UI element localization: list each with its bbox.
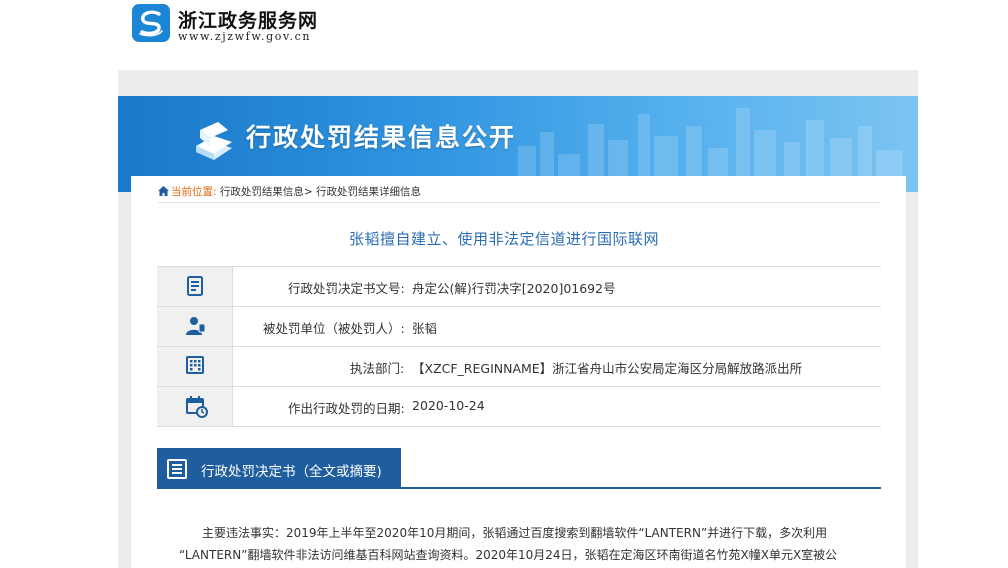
breadcrumb-divider [158,202,881,203]
info-row-penalty-date: 作出行政处罚的日期: 2020-10-24 [157,387,881,427]
home-icon [158,186,169,196]
book-icon [196,122,232,160]
decision-section-title: 行政处罚决定书（全文或摘要) [201,464,382,480]
banner-title: 行政处罚结果信息公开 [246,123,517,152]
penalized-party-label: 被处罚单位（被处罚人）: [263,321,405,336]
summary-line: “LANTERN”翻墙软件非法访问维基百科网站查询资料。2020年10月24日，… [179,548,838,562]
info-icon-cell [157,387,233,426]
site-header: 浙江政务服务网 www.zjzwfw.gov.cn [0,0,1008,68]
list-doc-icon [167,459,187,479]
building-icon [186,356,204,374]
info-row-enforcement-dept: 执法部门: 【XZCF_REGINNAME】浙江省舟山市公安局定海区分局解放路派… [157,347,881,387]
case-title: 张韬擅自建立、使用非法定信道进行国际联网 [348,230,659,248]
breadcrumb-link-results[interactable]: 行政处罚结果信息> [220,186,313,198]
zjzwfw-logo-icon[interactable] [132,4,170,42]
info-row-document-number: 行政处罚决定书文号: 舟定公(解)行罚决字[2020]01692号 [157,267,881,307]
info-icon-cell [157,347,233,386]
person-icon [186,317,206,335]
decision-section-tab: 行政处罚决定书（全文或摘要) [157,448,401,489]
breadcrumb-current-page: 行政处罚结果详细信息 [316,186,422,198]
document-number-value: 舟定公(解)行罚决字[2020]01692号 [412,281,616,296]
penalized-party-value: 张韬 [412,321,438,336]
info-row-penalized-party: 被处罚单位（被处罚人）: 张韬 [157,307,881,347]
breadcrumb-current-label: 当前位置: [171,186,217,198]
info-icon-cell [157,267,233,306]
enforcement-dept-label: 执法部门: [350,361,405,376]
calendar-icon [186,396,208,418]
decision-section-header: 行政处罚决定书（全文或摘要) [157,448,881,489]
info-table: 行政处罚决定书文号: 舟定公(解)行罚决字[2020]01692号 被处罚单位（… [157,266,881,427]
document-number-label: 行政处罚决定书文号: [288,281,405,296]
document-icon [187,276,203,296]
breadcrumb: 当前位置: 行政处罚结果信息> 行政处罚结果详细信息 [158,184,421,199]
enforcement-dept-value: 【XZCF_REGINNAME】浙江省舟山市公安局定海区分局解放路派出所 [412,361,803,376]
info-icon-cell [157,307,233,346]
site-name[interactable]: 浙江政务服务网 [178,6,318,33]
penalty-date-label: 作出行政处罚的日期: [288,401,405,416]
penalty-date-value: 2020-10-24 [412,398,485,413]
site-url[interactable]: www.zjzwfw.gov.cn [178,30,311,43]
